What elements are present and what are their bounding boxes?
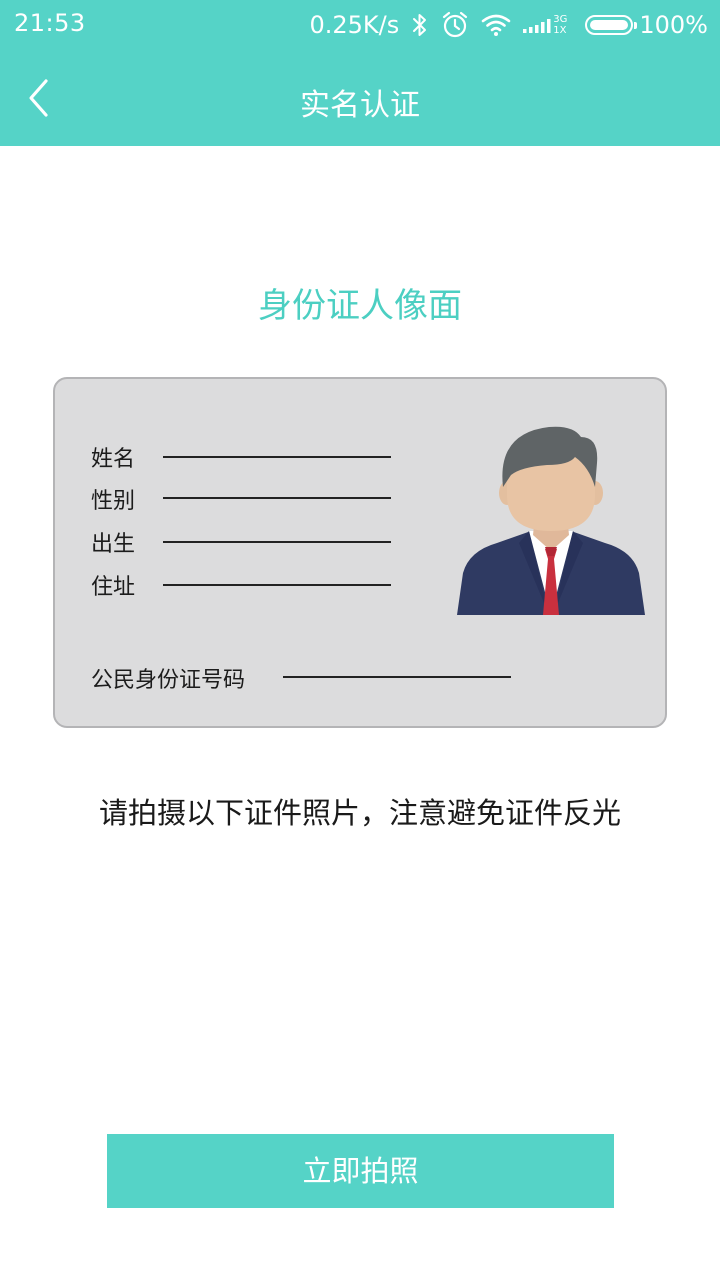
alarm-icon (443, 11, 468, 38)
app-bar: 实名认证 (0, 50, 720, 146)
wifi-icon (481, 14, 511, 36)
capture-photo-button[interactable]: 立即拍照 (107, 1134, 614, 1208)
id-card-illustration: 姓名 性别 出生 住址 公民身份证号码 (53, 377, 667, 728)
network-type-bottom: 1X (553, 25, 567, 36)
network-type-top: 3G (553, 14, 568, 25)
screen: 21:53 0.25K/s 3G 1X 100% 实名认证 身份证人像面 姓名 … (0, 0, 720, 1280)
field-line-address (163, 584, 391, 586)
signal-icon (523, 19, 551, 33)
field-line-id-number (283, 676, 511, 678)
field-line-name (163, 456, 391, 458)
battery-tip (634, 22, 638, 29)
page-title: 实名认证 (300, 88, 420, 123)
bluetooth-icon (413, 14, 427, 36)
header: 21:53 0.25K/s 3G 1X 100% 实名认证 (0, 0, 720, 146)
field-label-id-number: 公民身份证号码 (91, 668, 246, 693)
status-indicators: 0.25K/s 3G 1X 100% (309, 9, 708, 41)
field-label-birth: 出生 (91, 532, 136, 557)
battery-level-fill (590, 20, 629, 30)
network-speed: 0.25K/s (309, 11, 400, 39)
field-line-gender (163, 497, 391, 499)
field-label-gender: 性别 (91, 489, 136, 514)
network-type: 3G 1X (553, 14, 567, 36)
battery-percent: 100% (639, 11, 708, 39)
person-avatar-icon (457, 426, 645, 615)
instruction-text: 请拍摄以下证件照片，注意避免证件反光 (98, 796, 621, 830)
status-bar: 21:53 0.25K/s 3G 1X 100% (0, 0, 720, 50)
status-time: 21:53 (14, 9, 86, 37)
battery-icon (585, 15, 638, 35)
field-label-name: 姓名 (91, 447, 136, 472)
field-line-birth (163, 541, 391, 543)
field-label-address: 住址 (91, 575, 136, 600)
section-title: 身份证人像面 (258, 286, 462, 326)
